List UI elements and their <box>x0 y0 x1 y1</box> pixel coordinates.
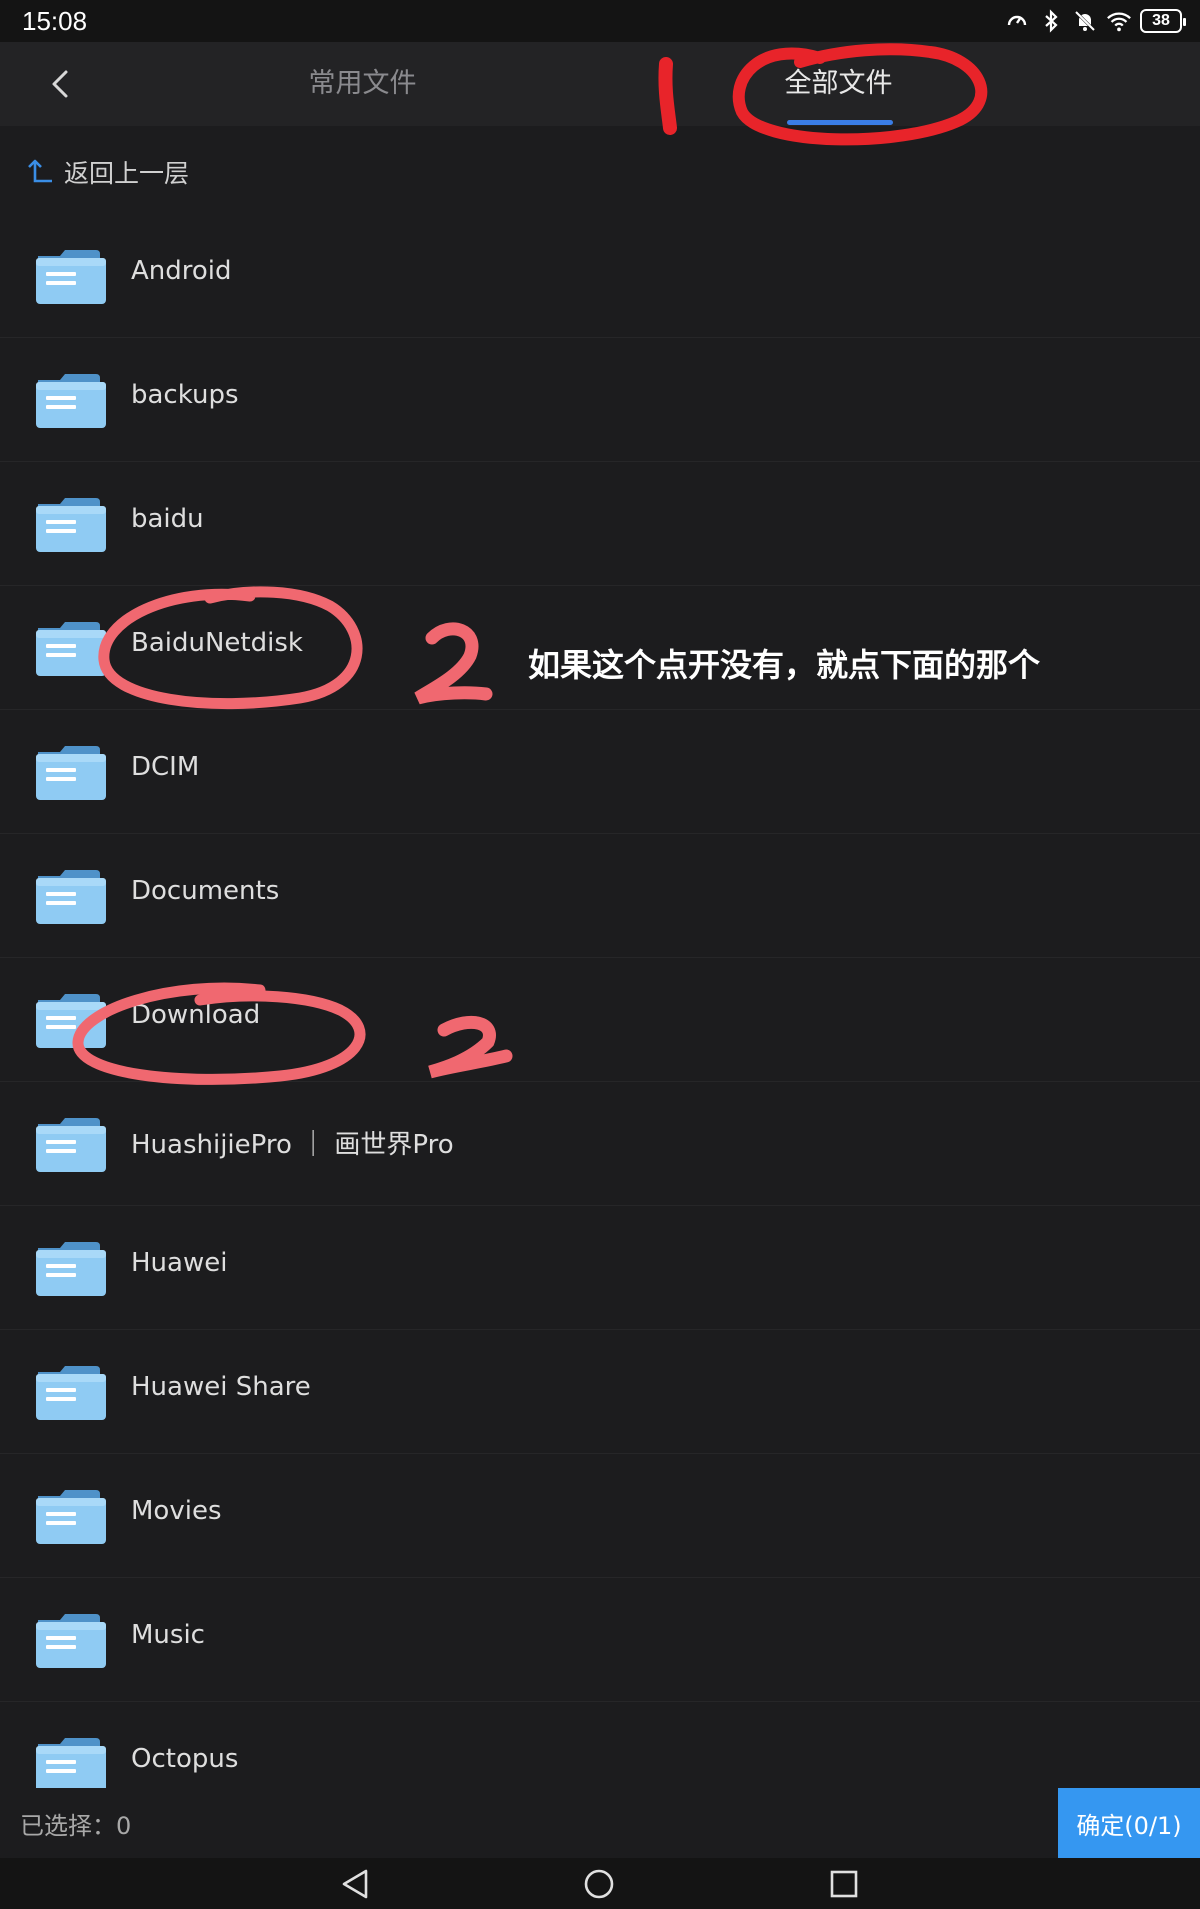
folder-icon <box>36 994 106 1048</box>
folder-icon <box>36 250 106 304</box>
status-bar: 15:08 38 <box>0 0 1200 42</box>
system-nav-bar <box>0 1858 1200 1909</box>
folder-icon <box>36 1118 106 1172</box>
up-level-button[interactable]: 返回上一层 <box>26 152 189 192</box>
folder-icon <box>36 870 106 924</box>
folder-list: Android backups baidu BaiduNetdisk DCIM … <box>0 214 1200 1826</box>
folder-row-android[interactable]: Android <box>0 214 1200 338</box>
tab-all-files[interactable]: 全部文件 <box>766 64 911 104</box>
folder-icon <box>36 1738 106 1792</box>
folder-icon <box>36 1366 106 1420</box>
folder-row-documents[interactable]: Documents <box>0 834 1200 958</box>
bluetooth-icon <box>1038 8 1064 34</box>
nav-home-icon[interactable] <box>581 1866 617 1902</box>
annotation-note: 如果这个点开没有，就点下面的那个 <box>528 646 1041 684</box>
folder-name: Documents <box>131 876 280 906</box>
folder-row-dcim[interactable]: DCIM <box>0 710 1200 834</box>
wifi-icon <box>1106 8 1132 34</box>
folder-row-huawei[interactable]: Huawei <box>0 1206 1200 1330</box>
folder-name: Huawei Share <box>131 1372 311 1402</box>
folder-name: backups <box>131 380 239 410</box>
folder-name: Music <box>131 1620 205 1650</box>
folder-row-music[interactable]: Music <box>0 1578 1200 1702</box>
folder-icon <box>36 746 106 800</box>
folder-name: BaiduNetdisk <box>131 628 303 658</box>
status-icons: 38 <box>1004 6 1186 36</box>
folder-name: Download <box>131 1000 261 1030</box>
chevron-left-icon <box>52 70 68 98</box>
up-level-label: 返回上一层 <box>64 159 190 188</box>
folder-name: baidu <box>131 504 204 534</box>
back-button[interactable] <box>40 64 80 104</box>
folder-row-download[interactable]: Download <box>0 958 1200 1082</box>
confirm-button[interactable]: 确定(0/1) <box>1058 1788 1200 1858</box>
folder-icon <box>36 1490 106 1544</box>
top-bar: 常用文件 全部文件 <box>0 42 1200 126</box>
folder-name: Android <box>131 256 232 286</box>
folder-row-movies[interactable]: Movies <box>0 1454 1200 1578</box>
return-up-icon <box>28 159 52 183</box>
bottom-bar: 已选择：0 确定(0/1) <box>0 1788 1200 1858</box>
folder-name: Octopus <box>131 1744 239 1774</box>
folder-row-baidu[interactable]: baidu <box>0 462 1200 586</box>
folder-name: DCIM <box>131 752 200 782</box>
folder-row-backups[interactable]: backups <box>0 338 1200 462</box>
battery-icon: 38 <box>1140 9 1186 33</box>
mute-icon <box>1072 8 1098 34</box>
nav-recents-icon[interactable] <box>826 1866 862 1902</box>
nav-back-icon[interactable] <box>338 1866 374 1902</box>
active-tab-indicator <box>787 120 893 125</box>
folder-icon <box>36 1242 106 1296</box>
folder-name: Movies <box>131 1496 222 1526</box>
folder-icon <box>36 622 106 676</box>
folder-row-huawei-share[interactable]: Huawei Share <box>0 1330 1200 1454</box>
folder-name: HuashijiePro ｜ 画世界Pro <box>131 1130 454 1160</box>
tab-common-files[interactable]: 常用文件 <box>290 64 435 104</box>
selected-count: 已选择：0 <box>20 1812 132 1840</box>
folder-icon <box>36 1614 106 1668</box>
folder-name: Huawei <box>131 1248 228 1278</box>
folder-icon <box>36 374 106 428</box>
folder-icon <box>36 498 106 552</box>
folder-row-huashijiepro-pro[interactable]: HuashijiePro ｜ 画世界Pro <box>0 1082 1200 1206</box>
speed-icon <box>1004 8 1030 34</box>
status-time: 15:08 <box>22 6 88 36</box>
